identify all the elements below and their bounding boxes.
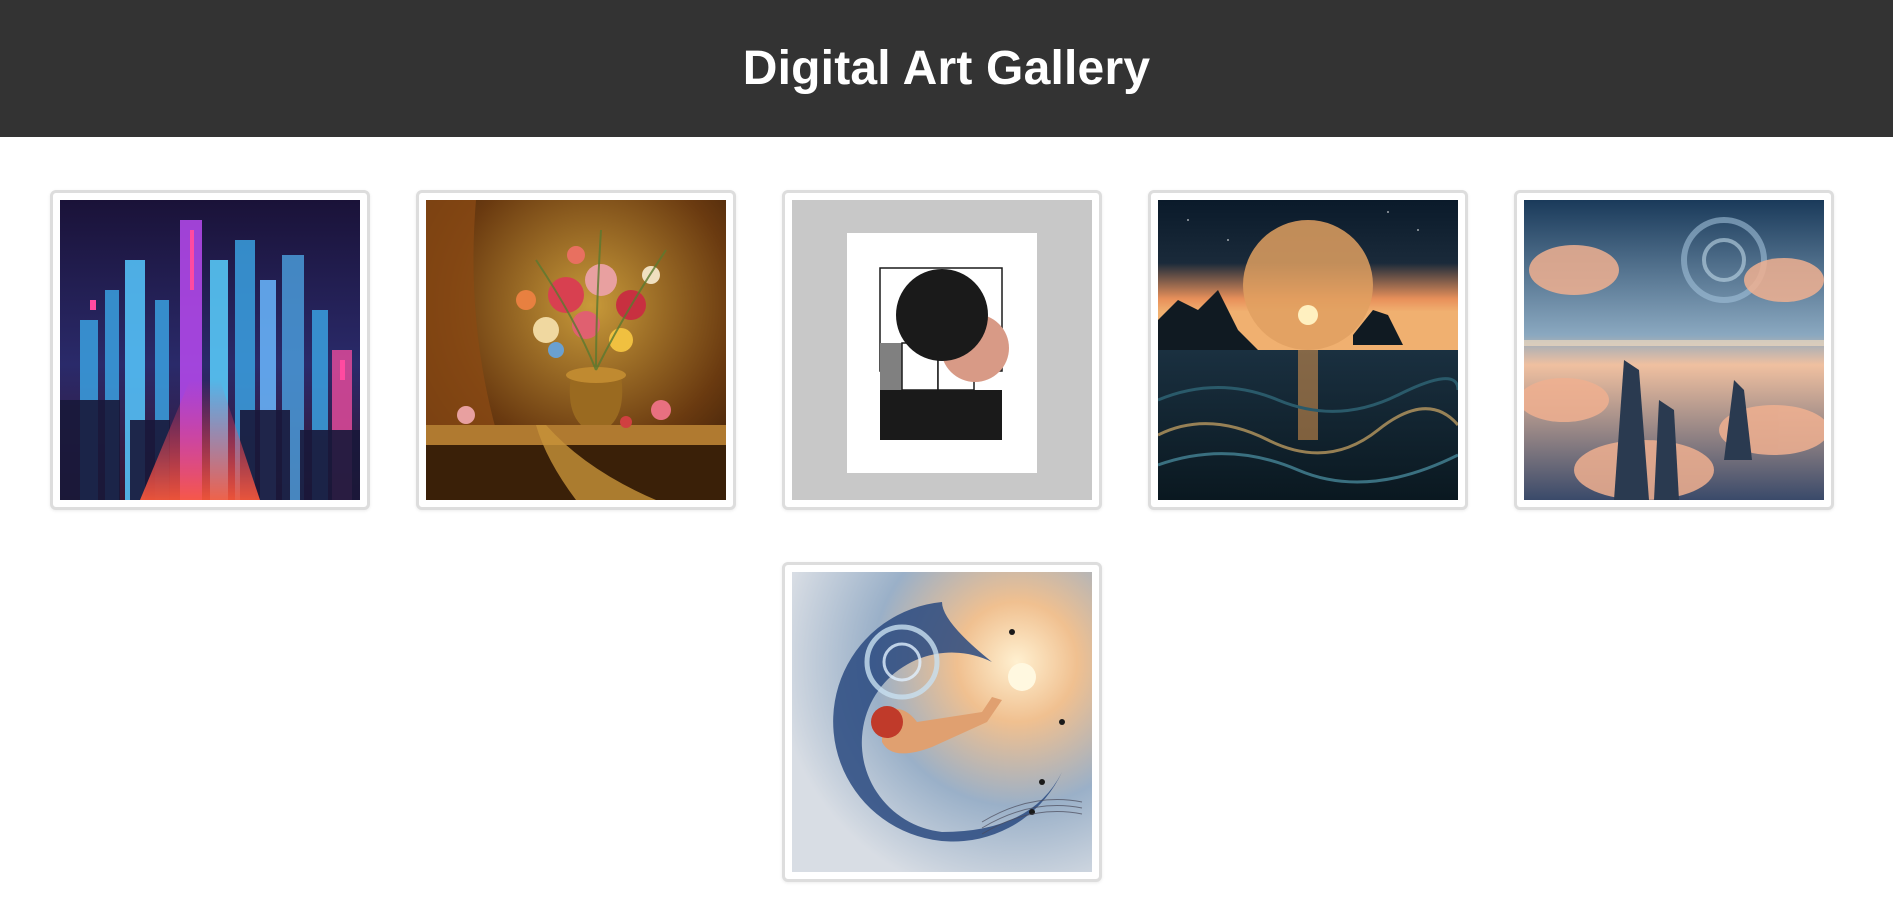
- gallery-item-ocean-sunset[interactable]: [1148, 190, 1468, 510]
- page-title: Digital Art Gallery: [742, 42, 1151, 95]
- flower-still-life-artwork[interactable]: [426, 200, 726, 500]
- gallery-item-cosmic-music[interactable]: [782, 562, 1102, 882]
- neon-city-artwork[interactable]: [60, 200, 360, 500]
- abstract-geometric-artwork[interactable]: [792, 200, 1092, 500]
- gallery-item-abstract-geometric[interactable]: [782, 190, 1102, 510]
- gallery-item-dreamscape-clouds[interactable]: [1514, 190, 1834, 510]
- cosmic-music-artwork[interactable]: [792, 572, 1092, 872]
- ocean-sunset-artwork[interactable]: [1158, 200, 1458, 500]
- gallery-item-neon-city[interactable]: [50, 190, 370, 510]
- dreamscape-clouds-artwork[interactable]: [1524, 200, 1824, 500]
- site-header: Digital Art Gallery: [0, 0, 1893, 137]
- gallery-item-flower-still-life[interactable]: [416, 190, 736, 510]
